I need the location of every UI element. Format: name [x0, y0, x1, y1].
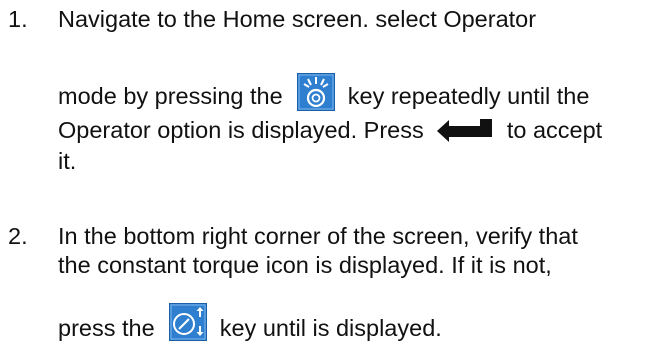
step-text-line: press the key until is displayed.	[58, 302, 442, 349]
step-number: 1.	[8, 6, 28, 32]
step-text-line: In the bottom right corner of the screen…	[58, 223, 578, 249]
constant-torque-key-icon	[169, 302, 208, 341]
enter-key-icon	[436, 118, 494, 142]
step-text-line: the constant torque icon is displayed. I…	[58, 252, 552, 278]
step-text-line: Navigate to the Home screen. select Oper…	[58, 6, 537, 32]
operator-mode-key-icon	[297, 72, 336, 111]
step-text-line: it.	[58, 148, 77, 174]
step-text-line: mode by pressing the key repeatedly unti…	[58, 72, 589, 117]
step-text-line: Operator option is displayed. Press to a…	[58, 117, 603, 143]
step-number: 2.	[8, 223, 28, 249]
